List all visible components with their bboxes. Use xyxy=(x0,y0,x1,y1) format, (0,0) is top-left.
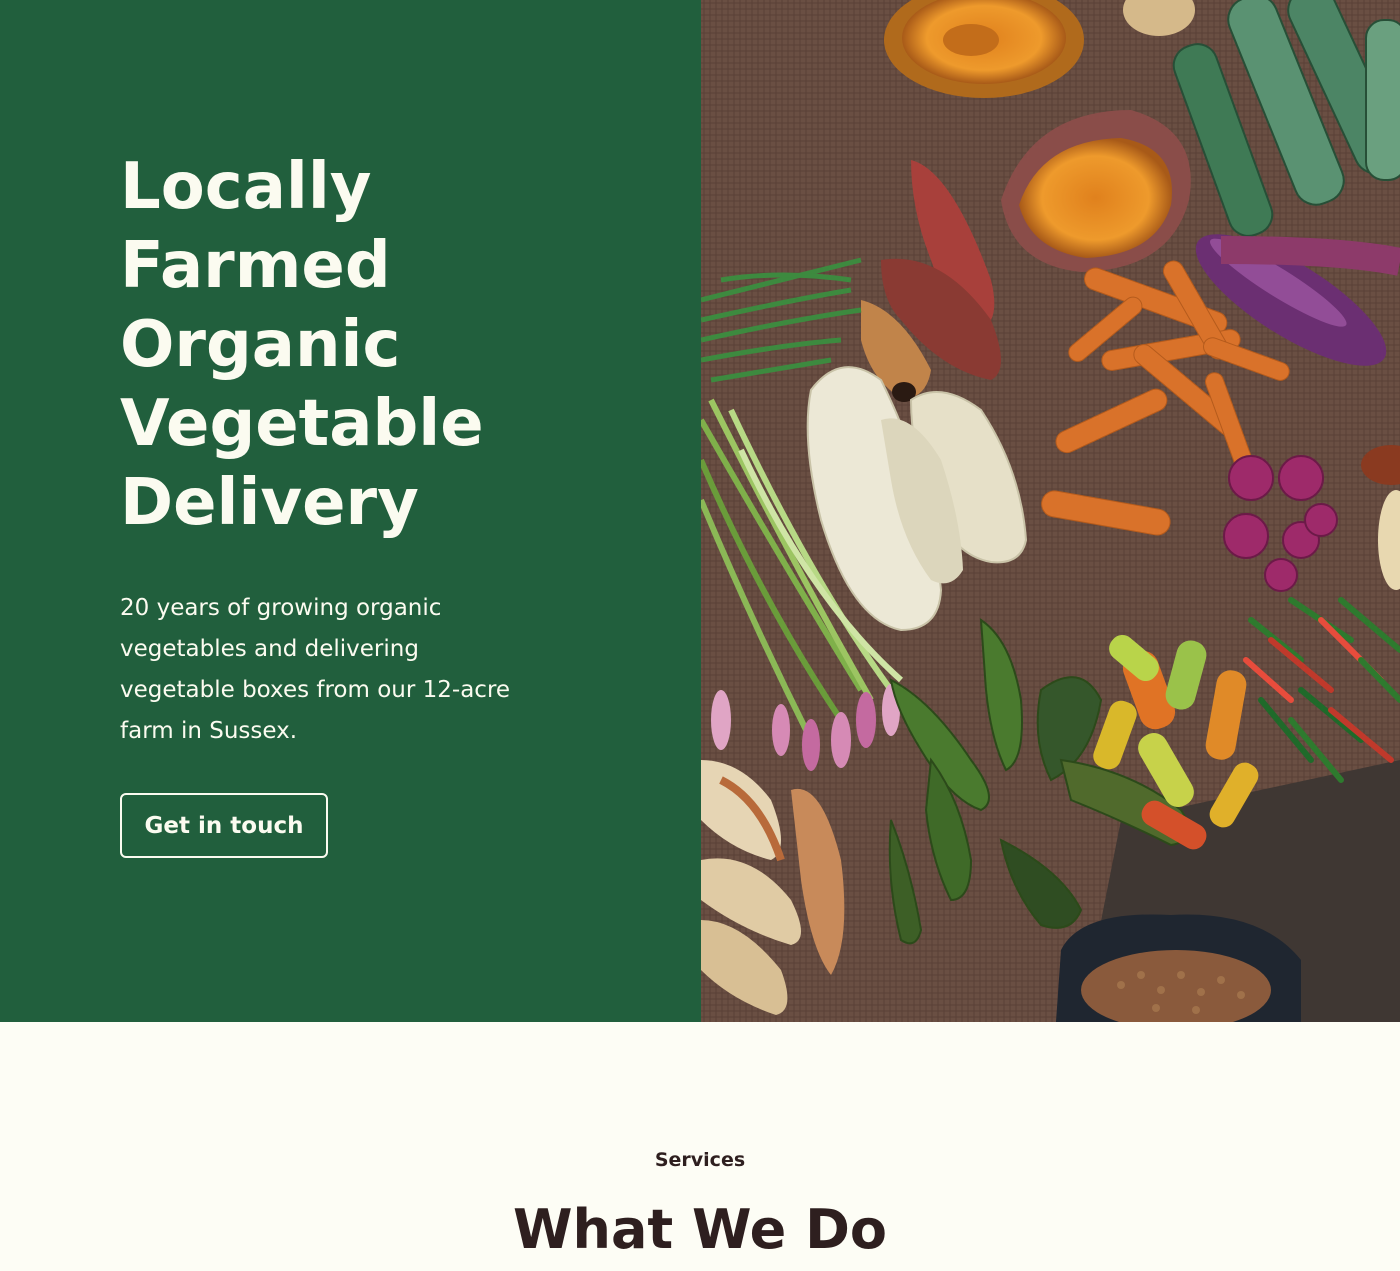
hero-vegetables-image xyxy=(701,0,1400,1022)
headline-line: Delivery xyxy=(120,466,419,540)
hero-text-panel: Locally Farmed Organic Vegetable Deliver… xyxy=(0,0,701,1022)
hero-tagline: 20 years of growing organic vegetables a… xyxy=(120,595,511,744)
headline-line: Locally xyxy=(120,150,372,224)
headline-line: Vegetable xyxy=(120,387,484,461)
vegetables-illustration xyxy=(701,0,1400,1022)
headline-line: Farmed xyxy=(120,229,391,303)
services-section: Services What We Do xyxy=(0,1022,1400,1271)
hero-section: Locally Farmed Organic Vegetable Deliver… xyxy=(0,0,1400,1022)
services-eyebrow: Services xyxy=(654,1149,746,1171)
headline-line: Organic xyxy=(120,308,401,382)
services-title: What We Do xyxy=(512,1198,888,1261)
get-in-touch-button[interactable]: Get in touch xyxy=(120,793,328,858)
hero-headline: Locally Farmed Organic Vegetable Deliver… xyxy=(120,148,600,543)
